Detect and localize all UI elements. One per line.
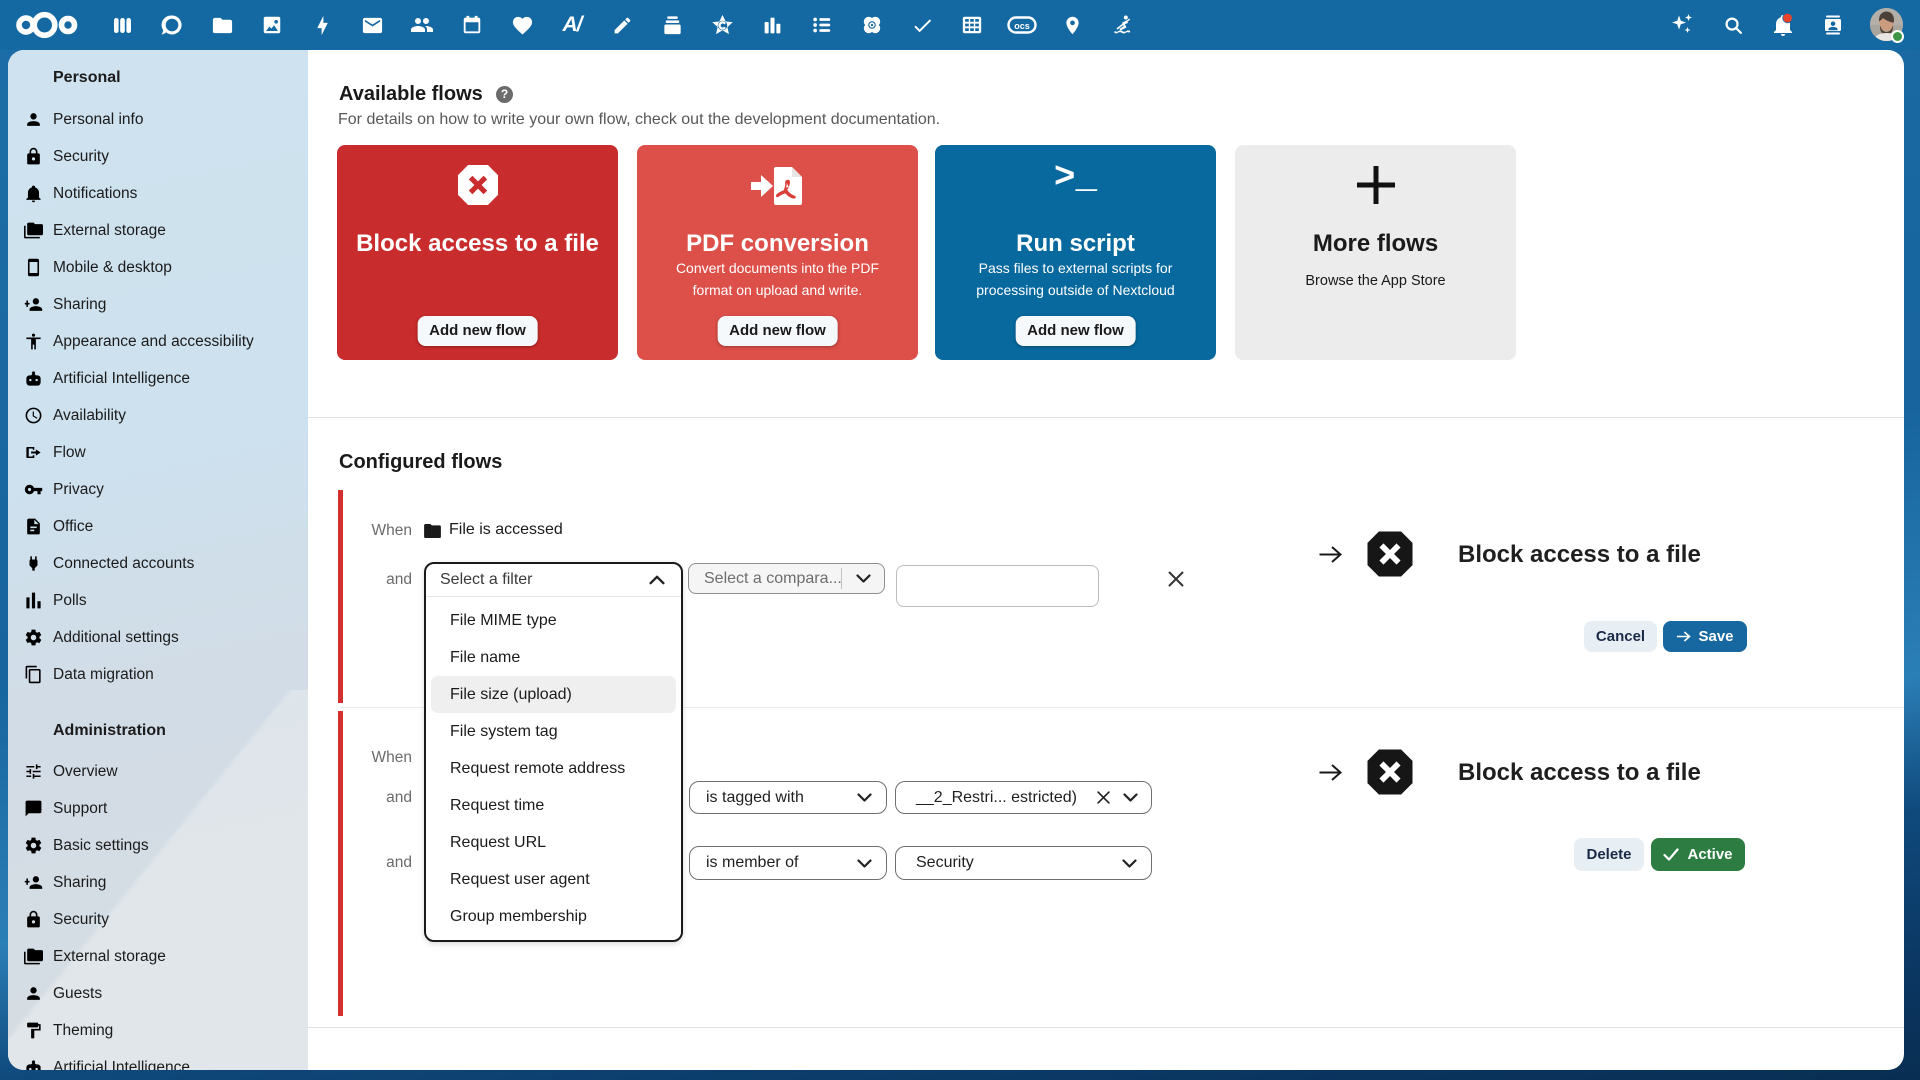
svg-text:ocs: ocs bbox=[1014, 21, 1030, 31]
